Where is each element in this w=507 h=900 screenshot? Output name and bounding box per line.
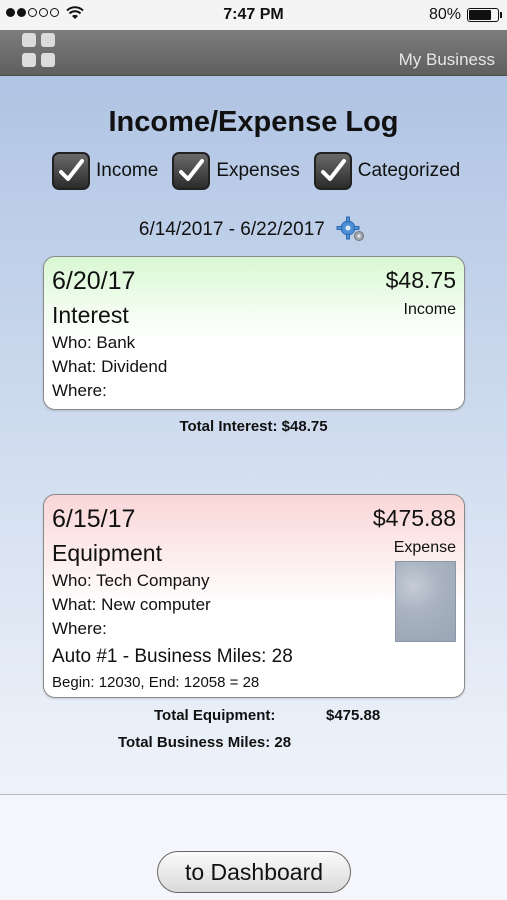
total-business-miles: Total Business Miles: 28	[118, 734, 292, 751]
date-range: 6/14/2017 - 6/22/2017	[0, 216, 507, 244]
total-equipment-label: Total Equipment:	[154, 707, 276, 724]
entry-date: 6/20/17	[52, 267, 136, 295]
entry-who: Who: Bank	[52, 333, 136, 352]
gear-icon[interactable]	[336, 216, 368, 244]
income-label: Income	[96, 160, 159, 181]
entry-category: Interest	[52, 302, 129, 328]
battery-icon	[467, 8, 502, 22]
receipt-thumbnail[interactable]	[395, 561, 456, 642]
nav-title[interactable]: My Business	[399, 50, 495, 70]
filter-bar: Income Expenses Categorized	[52, 152, 460, 190]
status-bar: 7:47 PM 80%	[0, 0, 507, 30]
entry-what: What: New computer	[52, 595, 211, 614]
date-range-text: 6/14/2017 - 6/22/2017	[138, 219, 325, 241]
expense-entry-card[interactable]: 6/15/17 $475.88 Expense Equipment Who: T…	[43, 494, 465, 698]
categorized-label: Categorized	[357, 160, 461, 181]
entry-amount: $475.88	[372, 505, 456, 531]
entry-amount: $48.75	[385, 267, 456, 293]
dashboard-button[interactable]: to Dashboard	[157, 851, 351, 893]
checkmark-icon	[320, 159, 346, 181]
filter-expenses[interactable]: Expenses	[172, 152, 300, 190]
expenses-label: Expenses	[216, 160, 300, 181]
filter-income[interactable]: Income	[52, 152, 158, 190]
income-checkbox[interactable]	[52, 152, 90, 190]
entry-category: Equipment	[52, 540, 162, 566]
expenses-checkbox[interactable]	[172, 152, 211, 190]
grid-menu-icon[interactable]	[22, 33, 56, 67]
categorized-checkbox[interactable]	[313, 152, 352, 190]
entry-type: Expense	[393, 539, 456, 556]
page-title: Income/Expense Log	[108, 106, 399, 138]
entry-odometer: Begin: 12030, End: 12058 = 28	[52, 674, 260, 691]
nav-bar: My Business	[0, 30, 507, 76]
total-equipment-value: $475.88	[326, 707, 381, 724]
battery-percentage: 80%	[428, 6, 461, 23]
entry-type: Income	[403, 301, 456, 318]
filter-categorized[interactable]: Categorized	[313, 152, 461, 190]
entry-date: 6/15/17	[52, 505, 136, 533]
entry-who: Who: Tech Company	[52, 571, 210, 590]
checkmark-icon	[179, 159, 205, 181]
entry-auto-miles: Auto #1 - Business Miles: 28	[52, 646, 293, 667]
entry-where: Where:	[52, 381, 107, 400]
total-interest: Total Interest: $48.75	[179, 418, 328, 435]
income-entry-card[interactable]: 6/20/17 $48.75 Income Interest Who: Bank…	[43, 256, 465, 410]
checkmark-icon	[59, 159, 84, 181]
entry-where: Where:	[52, 619, 107, 638]
entry-what: What: Dividend	[52, 357, 168, 376]
